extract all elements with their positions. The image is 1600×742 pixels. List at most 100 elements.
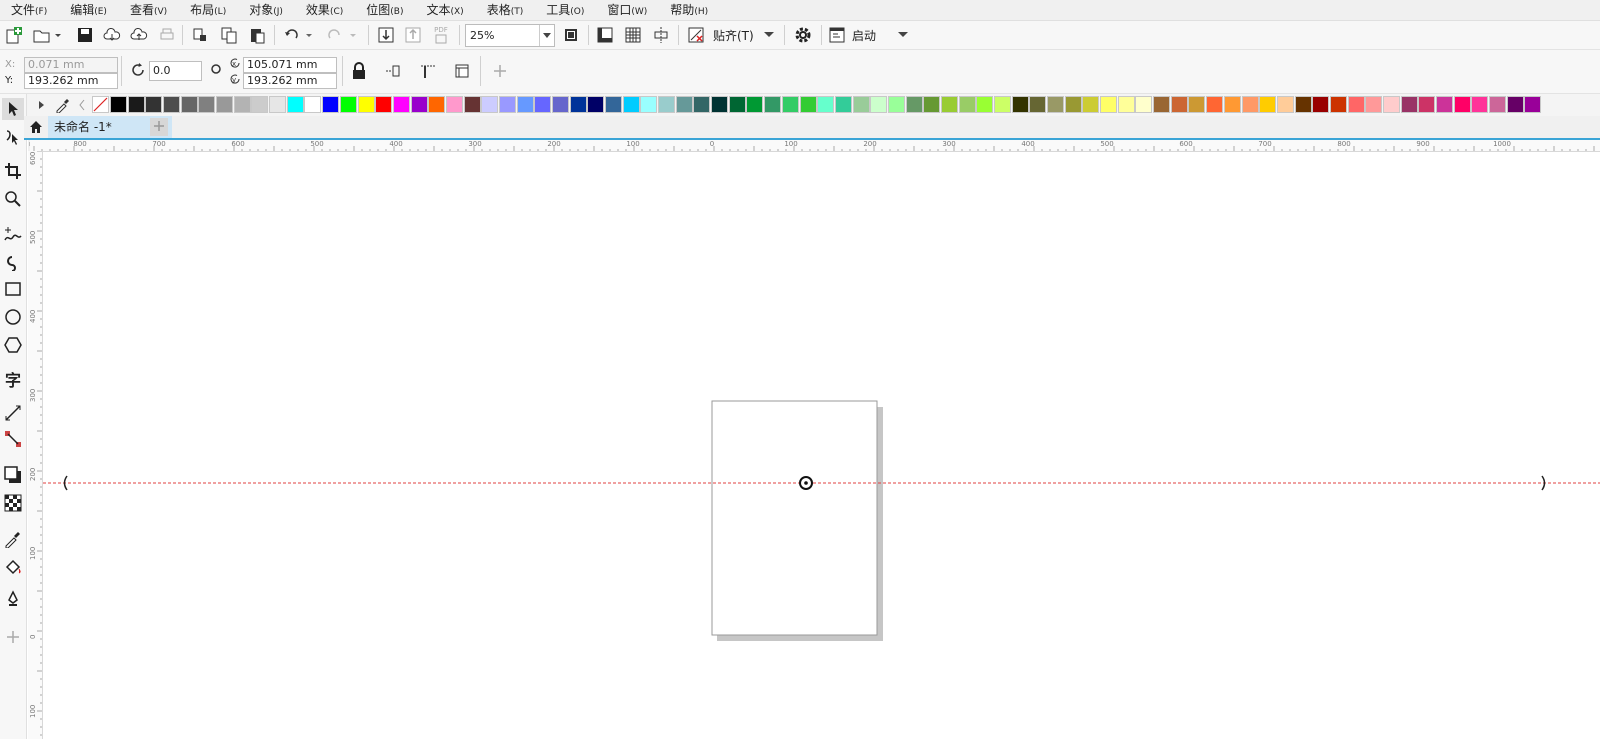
add-preset-button[interactable] [490, 60, 510, 82]
color-swatch[interactable] [1524, 96, 1542, 113]
connector-tool[interactable] [2, 428, 24, 450]
launch-dropdown[interactable]: 启动 [828, 24, 910, 46]
color-swatch[interactable] [1188, 96, 1206, 113]
center-x-input[interactable]: 105.071 mm [243, 57, 337, 73]
color-swatch[interactable] [1294, 96, 1312, 113]
new-tab-button[interactable] [150, 118, 168, 136]
transparency-tool[interactable] [2, 492, 24, 514]
color-swatch[interactable] [1489, 96, 1507, 113]
menu-item-2[interactable]: 查看(V) [119, 0, 179, 20]
no-color-swatch[interactable] [92, 96, 109, 113]
color-swatch[interactable] [976, 96, 994, 113]
center-y-input[interactable]: 193.262 mm [243, 73, 337, 89]
menu-item-3[interactable]: 布局(L) [179, 0, 238, 20]
color-swatch[interactable] [1170, 96, 1188, 113]
color-swatch[interactable] [1259, 96, 1277, 113]
color-swatch[interactable] [1506, 96, 1524, 113]
color-swatch[interactable] [781, 96, 799, 113]
copy-button[interactable] [218, 24, 240, 46]
menu-item-1[interactable]: 编辑(E) [59, 0, 119, 20]
import-button[interactable] [375, 24, 397, 46]
color-swatch[interactable] [392, 96, 410, 113]
pick-tool[interactable] [2, 98, 24, 120]
color-swatch[interactable] [1453, 96, 1471, 113]
alignment-guides-button[interactable] [685, 24, 707, 46]
show-grid-button[interactable] [622, 24, 644, 46]
show-rulers-button[interactable] [594, 24, 616, 46]
cloud-upload-button[interactable] [128, 24, 150, 46]
color-swatch[interactable] [728, 96, 746, 113]
color-swatch[interactable] [1064, 96, 1082, 113]
eyedropper-button[interactable] [55, 97, 71, 116]
customize-toolbox-button[interactable] [2, 626, 24, 648]
color-swatch[interactable] [463, 96, 481, 113]
color-swatch[interactable] [1223, 96, 1241, 113]
rectangle-tool[interactable] [2, 278, 24, 300]
color-swatch[interactable] [286, 96, 304, 113]
zoom-dropdown-arrow[interactable] [539, 25, 554, 46]
freehand-tool[interactable] [2, 224, 24, 246]
horizontal-guideline-button[interactable] [383, 60, 405, 82]
color-swatch[interactable] [304, 96, 322, 113]
vertical-guideline-button[interactable] [417, 60, 439, 82]
color-swatch[interactable] [870, 96, 888, 113]
color-swatch[interactable] [1347, 96, 1365, 113]
color-swatch[interactable] [746, 96, 764, 113]
color-swatch[interactable] [905, 96, 923, 113]
y-position-input[interactable]: 193.262 mm [24, 73, 118, 89]
color-swatch[interactable] [498, 96, 516, 113]
undo-button[interactable] [280, 24, 316, 46]
color-swatch[interactable] [693, 96, 711, 113]
color-swatch[interactable] [940, 96, 958, 113]
page-frame-button[interactable] [451, 60, 473, 82]
menu-item-11[interactable]: 帮助(H) [659, 0, 720, 20]
color-swatch[interactable] [233, 96, 251, 113]
color-swatch[interactable] [1312, 96, 1330, 113]
color-swatch[interactable] [1206, 96, 1224, 113]
zoom-tool[interactable] [2, 188, 24, 210]
lock-ratio-button[interactable] [348, 60, 370, 82]
color-eyedropper-tool[interactable] [2, 528, 24, 550]
open-button[interactable] [29, 24, 65, 46]
save-button[interactable] [74, 24, 96, 46]
color-swatch[interactable] [1100, 96, 1118, 113]
drop-shadow-tool[interactable] [2, 464, 24, 486]
color-swatch[interactable] [1400, 96, 1418, 113]
ellipse-tool[interactable] [2, 306, 24, 328]
color-swatch[interactable] [1418, 96, 1436, 113]
color-swatch[interactable] [834, 96, 852, 113]
artistic-media-tool[interactable] [2, 251, 24, 273]
polygon-tool[interactable] [2, 334, 24, 356]
color-swatch[interactable] [1047, 96, 1065, 113]
menu-item-5[interactable]: 效果(C) [295, 0, 355, 20]
color-swatch[interactable] [322, 96, 340, 113]
color-swatch[interactable] [675, 96, 693, 113]
color-swatch[interactable] [375, 96, 393, 113]
color-swatch[interactable] [1135, 96, 1153, 113]
color-swatch[interactable] [1082, 96, 1100, 113]
drawing-canvas[interactable] [43, 152, 1600, 739]
crop-tool[interactable] [2, 160, 24, 182]
x-position-input[interactable]: 0.071 mm [24, 57, 118, 73]
color-swatch[interactable] [1117, 96, 1135, 113]
menu-item-7[interactable]: 文本(X) [415, 0, 475, 20]
vertical-ruler[interactable]: 600 500 400 300 200 100 0 100 [28, 151, 43, 739]
rotation-angle-input[interactable]: 0.0 [149, 61, 202, 81]
color-swatch[interactable] [1382, 96, 1400, 113]
color-swatch[interactable] [994, 96, 1011, 113]
color-swatch[interactable] [1011, 96, 1029, 113]
parallel-dimension-tool[interactable] [2, 402, 24, 424]
color-swatch[interactable] [640, 96, 658, 113]
options-button[interactable] [791, 24, 815, 46]
color-swatch[interactable] [198, 96, 216, 113]
color-swatch[interactable] [1029, 96, 1047, 113]
welcome-screen-tab[interactable] [24, 116, 48, 138]
show-guidelines-button[interactable] [650, 24, 672, 46]
color-swatch[interactable] [534, 96, 552, 113]
color-swatch[interactable] [163, 96, 181, 113]
color-swatch[interactable] [357, 96, 375, 113]
color-swatch[interactable] [764, 96, 782, 113]
menu-item-8[interactable]: 表格(T) [476, 0, 536, 20]
color-swatch[interactable] [958, 96, 976, 113]
color-swatch[interactable] [1153, 96, 1171, 113]
